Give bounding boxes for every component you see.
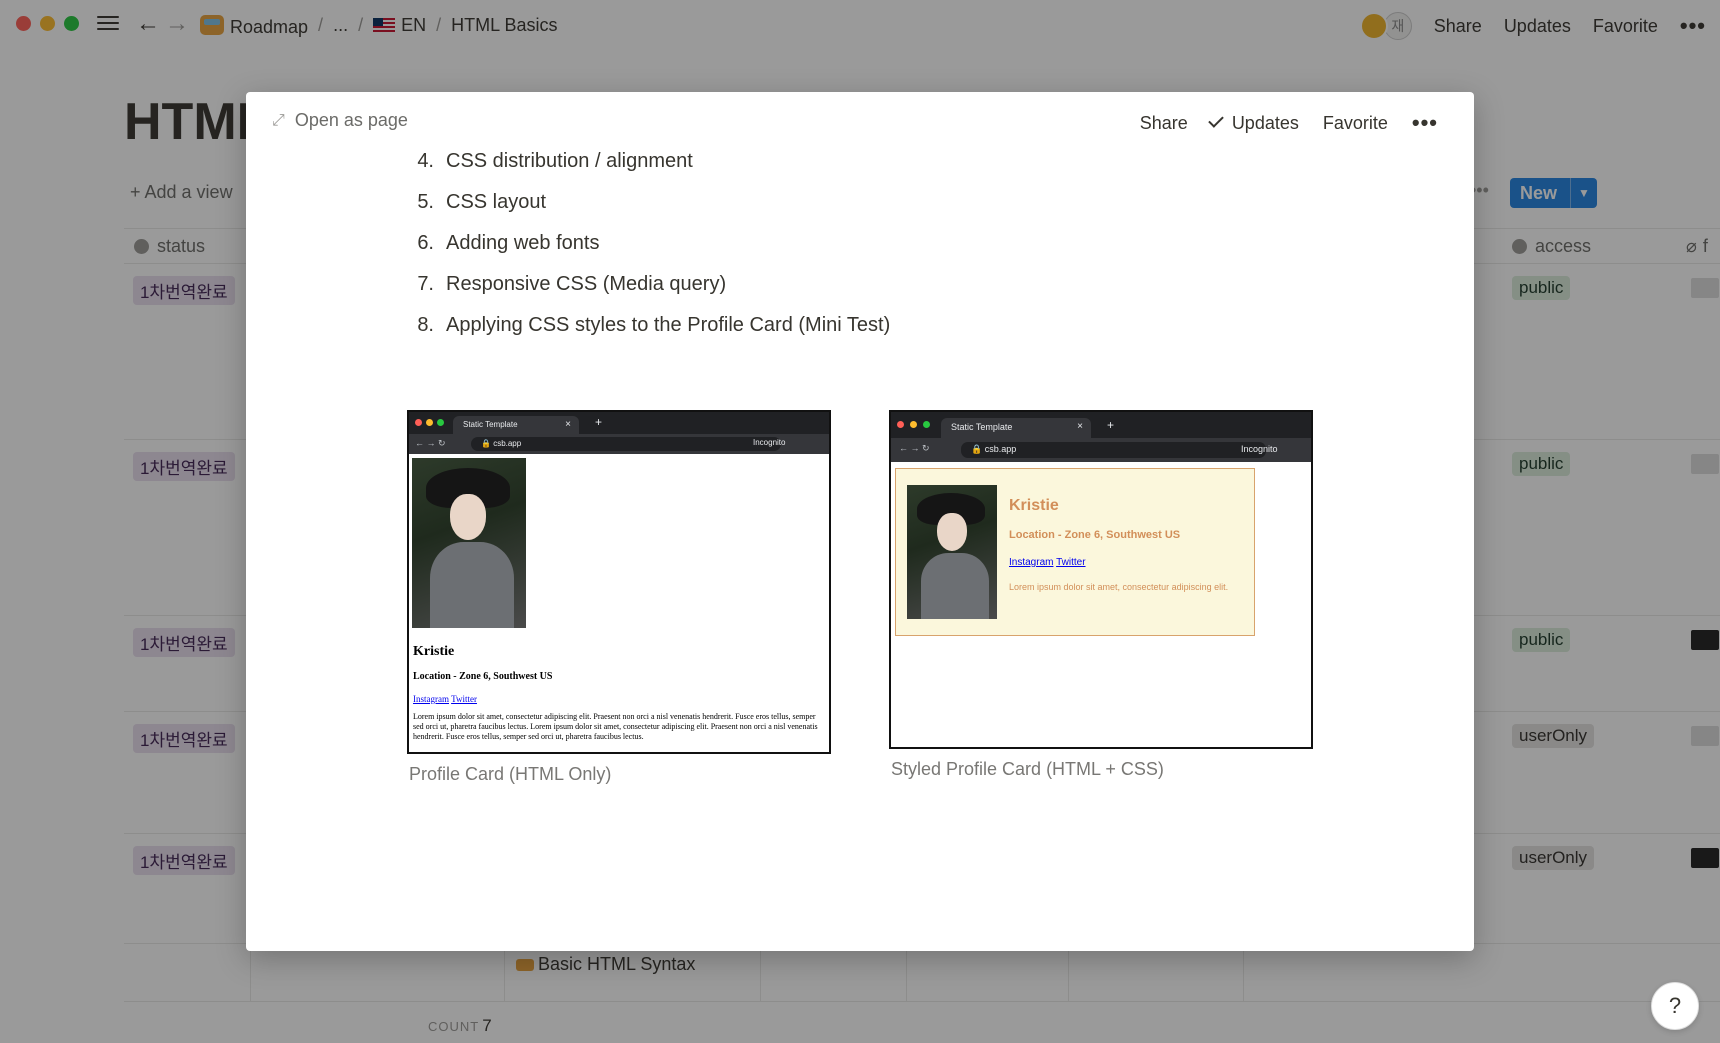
list-item: 7. Responsive CSS (Media query) [417,273,727,295]
list-item: 6. Adding web fonts [417,232,600,254]
numbered-list: 4. CSS distribution / alignment 5. CSS lay… [404,150,890,355]
page-preview-modal: ⤢ Open as page Share Updates Favorite ••… [246,92,1474,951]
browser-tab: Static Template × [941,418,1091,438]
profile-card: Kristie Location - Zone 6, Southwest US … [895,468,1255,636]
url-box: 🔒 csb.app [961,442,1266,458]
browser-nav-icons: ← → ↻ [415,438,446,448]
profile-bio: Lorem ipsum dolor sit amet, consectetur … [1009,582,1229,592]
list-item: 4. CSS distribution / alignment [417,150,693,172]
expand-icon: ⤢ [272,111,285,129]
figure-image[interactable]: Static Template × + ← → ↻ 🔒 csb.app Incog… [889,410,1313,749]
new-tab-icon: + [595,415,603,429]
modal-actions: Share Updates Favorite ••• [1140,110,1438,136]
figure-caption: Profile Card (HTML Only) [409,764,612,784]
figure-image[interactable]: Static Template × + ← → ↻ 🔒 csb.app Incog… [407,410,831,754]
twitter-link[interactable]: Twitter [1056,557,1085,568]
profile-name: Kristie [413,644,455,659]
profile-links: Instagram Twitter [1009,557,1086,568]
modal-more-icon[interactable]: ••• [1412,110,1438,136]
browser-tabbar: Static Template × + [409,412,829,434]
instagram-link[interactable]: Instagram [413,694,449,704]
modal-favorite-button[interactable]: Favorite [1323,113,1388,134]
incognito-label: Incognito [753,438,786,447]
browser-addressbar: ← → ↻ 🔒 csb.app Incognito [409,434,829,454]
help-button[interactable]: ? [1651,982,1699,1030]
open-as-page-button[interactable]: ⤢ Open as page [272,110,408,131]
profile-bio: Lorem ipsum dolor sit amet, consectetur … [413,712,818,741]
browser-nav-icons: ← → ↻ [899,443,930,453]
close-tab-icon: × [565,419,571,430]
twitter-link[interactable]: Twitter [451,694,477,704]
profile-links: Instagram Twitter [413,694,477,704]
profile-name: Kristie [1009,497,1059,514]
profile-location: Location - Zone 6, Southwest US [1009,529,1181,541]
figure-styled-profile-card: Static Template × + ← → ↻ 🔒 csb.app Incog… [889,410,1313,780]
profile-location: Location - Zone 6, Southwest US [413,671,553,682]
figure-caption: Styled Profile Card (HTML + CSS) [891,759,1164,779]
profile-photo [412,458,526,628]
new-tab-icon: + [1107,418,1115,432]
url-box: 🔒 csb.app [471,437,781,451]
modal-share-button[interactable]: Share [1140,113,1188,134]
instagram-link[interactable]: Instagram [1009,557,1053,568]
list-item: 8. Applying CSS styles to the Profile Car… [417,314,891,336]
incognito-label: Incognito [1241,444,1278,454]
browser-tabbar: Static Template × + [891,412,1311,438]
check-icon [1208,111,1224,128]
profile-photo [907,485,997,619]
figure-profile-card-html: Static Template × + ← → ↻ 🔒 csb.app Incog… [407,410,831,785]
close-tab-icon: × [1077,421,1083,432]
browser-tab: Static Template × [453,416,579,434]
list-item: 5. CSS layout [417,191,547,213]
modal-updates-button[interactable]: Updates [1208,111,1299,134]
browser-addressbar: ← → ↻ 🔒 csb.app Incognito [891,438,1311,462]
